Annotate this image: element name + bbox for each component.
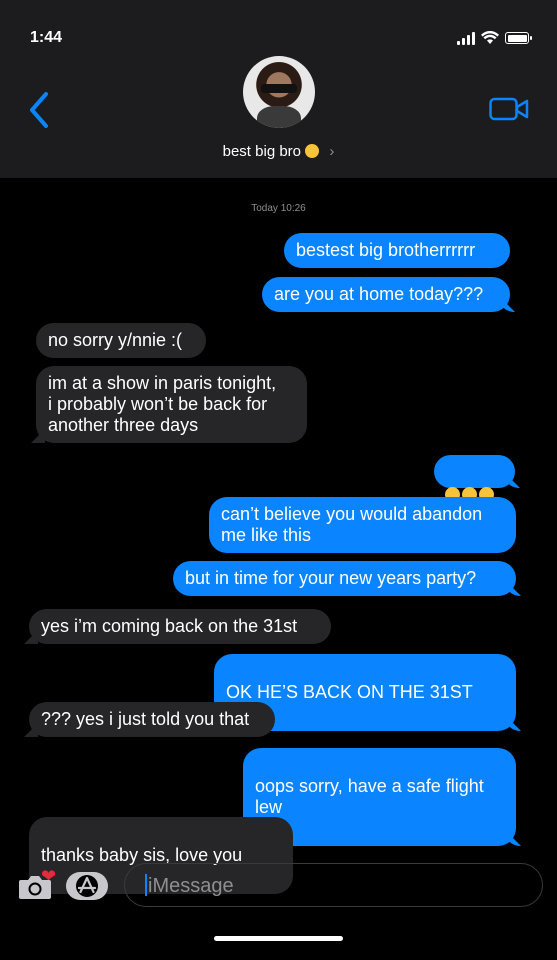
camera-icon[interactable] xyxy=(18,874,52,900)
status-icons xyxy=(457,31,532,45)
shirt-graphic xyxy=(257,106,301,128)
message-text: oops sorry, have a safe flight lew xyxy=(255,776,484,817)
chevron-right-icon: › xyxy=(329,143,335,160)
app-store-button[interactable] xyxy=(66,872,108,900)
message-bubble-outgoing[interactable]: can’t believe you would abandon me like … xyxy=(209,497,516,553)
battery-icon xyxy=(505,32,532,44)
message-bubble-outgoing[interactable]: but in time for your new years party? xyxy=(173,561,516,596)
message-bubble-outgoing[interactable]: bestest big brotherrrrrr xyxy=(284,233,510,268)
message-bubble-incoming[interactable]: ??? yes i just told you that xyxy=(29,702,275,737)
message-bubble-incoming[interactable]: im at a show in paris tonight, i probabl… xyxy=(36,366,307,443)
message-input[interactable]: iMessage xyxy=(124,863,543,907)
message-bubble-incoming[interactable]: yes i’m coming back on the 31st xyxy=(29,609,331,644)
text-caret xyxy=(145,874,147,896)
video-call-icon[interactable] xyxy=(489,96,529,122)
back-chevron-icon[interactable] xyxy=(24,90,54,130)
message-input-placeholder: iMessage xyxy=(148,875,234,897)
app-store-icon xyxy=(76,875,98,897)
message-composer: iMessage xyxy=(0,860,557,920)
message-text: OK HE’S BACK ON THE 31ST xyxy=(226,682,473,702)
message-bubble-outgoing[interactable] xyxy=(434,455,515,502)
conversation-header: 1:44 best big bro › xyxy=(0,0,557,178)
contact-avatar[interactable] xyxy=(243,56,315,128)
message-bubble-incoming[interactable]: no sorry y/nnie :( xyxy=(36,323,206,358)
home-indicator[interactable] xyxy=(214,936,343,941)
thread-timestamp: Today 10:26 xyxy=(251,203,306,214)
sunglasses-graphic xyxy=(261,84,297,93)
cellular-signal-icon xyxy=(457,31,475,45)
contact-name-row[interactable]: best big bro › xyxy=(0,143,557,160)
grimace-emoji-icon xyxy=(305,144,320,158)
wifi-icon xyxy=(481,31,499,44)
contact-name: best big bro xyxy=(222,143,302,160)
status-time: 1:44 xyxy=(30,29,63,46)
message-bubble-outgoing[interactable]: are you at home today??? xyxy=(262,277,510,312)
